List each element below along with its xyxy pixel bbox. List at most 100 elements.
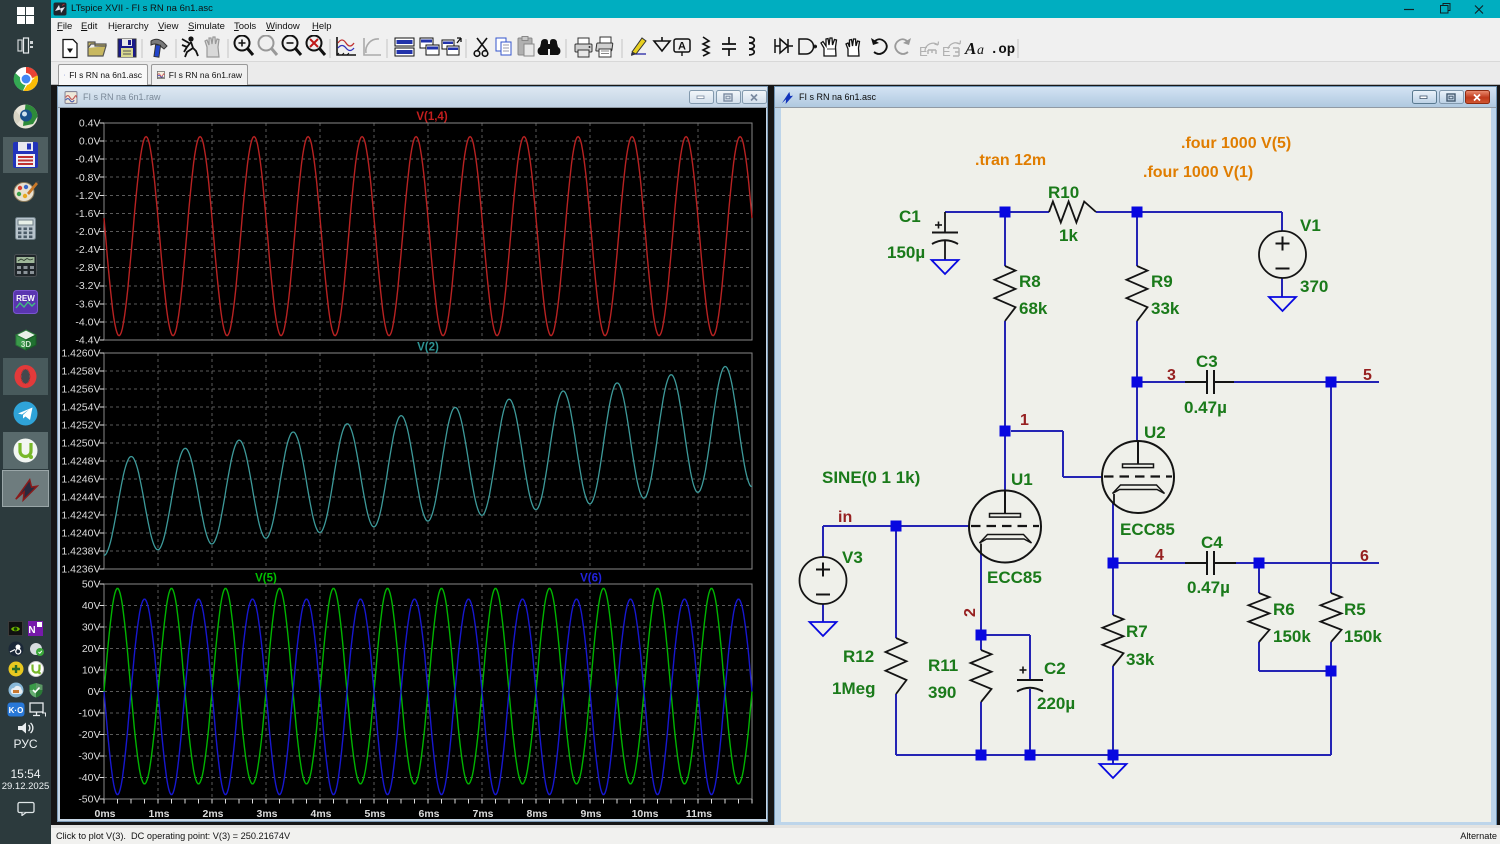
svg-text:-3.2V: -3.2V xyxy=(75,280,100,292)
svg-text:3D: 3D xyxy=(20,340,30,349)
svg-text:5ms: 5ms xyxy=(364,808,385,819)
svg-text:0.47µ: 0.47µ xyxy=(1187,578,1230,597)
svg-text:6ms: 6ms xyxy=(418,808,439,819)
svg-text:R8: R8 xyxy=(1019,272,1041,291)
svg-text:K·O: K·O xyxy=(9,706,24,715)
svg-text:-10V: -10V xyxy=(78,708,100,720)
svg-text:1Meg: 1Meg xyxy=(832,679,875,698)
svg-text:4ms: 4ms xyxy=(310,808,331,819)
svg-text:1.4236V: 1.4236V xyxy=(61,564,100,576)
svg-text:.four 1000 V(5): .four 1000 V(5) xyxy=(1181,135,1291,152)
svg-text:in: in xyxy=(838,509,852,526)
svg-text:-1.6V: -1.6V xyxy=(75,208,100,220)
svg-text:0.0V: 0.0V xyxy=(79,136,101,148)
svg-text:150k: 150k xyxy=(1344,627,1382,646)
svg-text:150µ: 150µ xyxy=(887,243,925,262)
svg-text:V(2): V(2) xyxy=(417,342,439,354)
svg-text:V(6): V(6) xyxy=(580,573,602,585)
svg-text:33k: 33k xyxy=(1151,299,1180,318)
svg-text:7ms: 7ms xyxy=(472,808,493,819)
svg-text:1.4256V: 1.4256V xyxy=(61,384,100,396)
svg-text:U2: U2 xyxy=(1144,423,1166,442)
svg-text:68k: 68k xyxy=(1019,299,1048,318)
svg-text:10ms: 10ms xyxy=(632,808,659,819)
svg-text:C4: C4 xyxy=(1201,533,1223,552)
svg-text:3ms: 3ms xyxy=(256,808,277,819)
svg-text:V1: V1 xyxy=(1300,216,1321,235)
svg-text:R11: R11 xyxy=(928,656,958,675)
svg-text:-30V: -30V xyxy=(78,751,100,763)
svg-text:C1: C1 xyxy=(899,207,921,226)
svg-text:-20V: -20V xyxy=(78,729,100,741)
svg-text:8ms: 8ms xyxy=(526,808,547,819)
svg-text:370: 370 xyxy=(1300,277,1328,296)
svg-text:a: a xyxy=(977,43,984,58)
svg-text:1.4248V: 1.4248V xyxy=(61,456,100,468)
svg-text:R10: R10 xyxy=(1048,183,1079,202)
svg-text:-4.0V: -4.0V xyxy=(75,316,100,328)
svg-text:1.4250V: 1.4250V xyxy=(61,438,100,450)
svg-text:1.4244V: 1.4244V xyxy=(61,492,100,504)
svg-text:-1.2V: -1.2V xyxy=(75,190,100,202)
svg-text:30V: 30V xyxy=(82,622,101,634)
svg-text:33k: 33k xyxy=(1126,650,1155,669)
svg-text:3: 3 xyxy=(1167,367,1176,384)
svg-text:-4.4V: -4.4V xyxy=(75,335,100,347)
svg-text:0ms: 0ms xyxy=(94,808,115,819)
svg-text:E: E xyxy=(942,44,951,59)
svg-text:5: 5 xyxy=(1363,367,1372,384)
svg-text:40V: 40V xyxy=(82,600,101,612)
svg-text:V3: V3 xyxy=(842,548,863,567)
svg-text:1.4238V: 1.4238V xyxy=(61,546,100,558)
svg-text:6: 6 xyxy=(1360,548,1369,565)
svg-text:2ms: 2ms xyxy=(202,808,223,819)
svg-text:C2: C2 xyxy=(1044,659,1066,678)
svg-text:1: 1 xyxy=(1020,412,1029,429)
svg-text:N: N xyxy=(28,625,35,636)
svg-text:2: 2 xyxy=(962,608,979,617)
svg-text:1.4260V: 1.4260V xyxy=(61,348,100,360)
svg-text:11ms: 11ms xyxy=(686,808,712,819)
svg-text:R6: R6 xyxy=(1273,600,1295,619)
svg-text:E: E xyxy=(919,44,928,59)
svg-text:0V: 0V xyxy=(88,686,101,698)
svg-text:ECC85: ECC85 xyxy=(1120,520,1175,539)
svg-text:V(5): V(5) xyxy=(255,573,277,585)
svg-text:0.4V: 0.4V xyxy=(79,118,101,130)
svg-text:1.4258V: 1.4258V xyxy=(61,366,100,378)
svg-text:REW: REW xyxy=(16,294,35,303)
svg-text:1.4252V: 1.4252V xyxy=(61,420,100,432)
svg-text:.op: .op xyxy=(990,42,1015,58)
svg-text:50V: 50V xyxy=(82,579,101,591)
svg-text:-40V: -40V xyxy=(78,772,100,784)
svg-text:220µ: 220µ xyxy=(1037,694,1075,713)
svg-text:-0.8V: -0.8V xyxy=(75,172,100,184)
svg-text:1.4246V: 1.4246V xyxy=(61,474,100,486)
svg-text:SINE(0 1 1k): SINE(0 1 1k) xyxy=(822,468,920,487)
svg-text:-2.0V: -2.0V xyxy=(75,226,100,238)
svg-text:-3.6V: -3.6V xyxy=(75,298,100,310)
svg-text:1.4242V: 1.4242V xyxy=(61,510,100,522)
svg-text:-2.8V: -2.8V xyxy=(75,262,100,274)
svg-text:4: 4 xyxy=(1155,547,1164,564)
svg-text:A: A xyxy=(678,41,686,53)
svg-text:150k: 150k xyxy=(1273,627,1311,646)
svg-text:.four 1000 V(1): .four 1000 V(1) xyxy=(1143,164,1253,181)
svg-text:R9: R9 xyxy=(1151,272,1173,291)
svg-text:R12: R12 xyxy=(843,647,874,666)
svg-text:1.4240V: 1.4240V xyxy=(61,528,100,540)
svg-text:R7: R7 xyxy=(1126,622,1148,641)
svg-text:-50V: -50V xyxy=(78,794,100,806)
svg-text:10V: 10V xyxy=(82,665,101,677)
svg-text:1ms: 1ms xyxy=(148,808,169,819)
svg-text:-2.4V: -2.4V xyxy=(75,244,100,256)
svg-text:V(1,4): V(1,4) xyxy=(416,111,447,123)
svg-text:C3: C3 xyxy=(1196,352,1218,371)
svg-text:A: A xyxy=(964,39,976,58)
svg-text:.tran 12m: .tran 12m xyxy=(975,152,1046,169)
svg-text:-0.4V: -0.4V xyxy=(75,154,100,166)
svg-text:390: 390 xyxy=(928,683,956,702)
svg-text:9ms: 9ms xyxy=(580,808,601,819)
svg-text:U1: U1 xyxy=(1011,470,1033,489)
svg-text:1k: 1k xyxy=(1059,226,1078,245)
